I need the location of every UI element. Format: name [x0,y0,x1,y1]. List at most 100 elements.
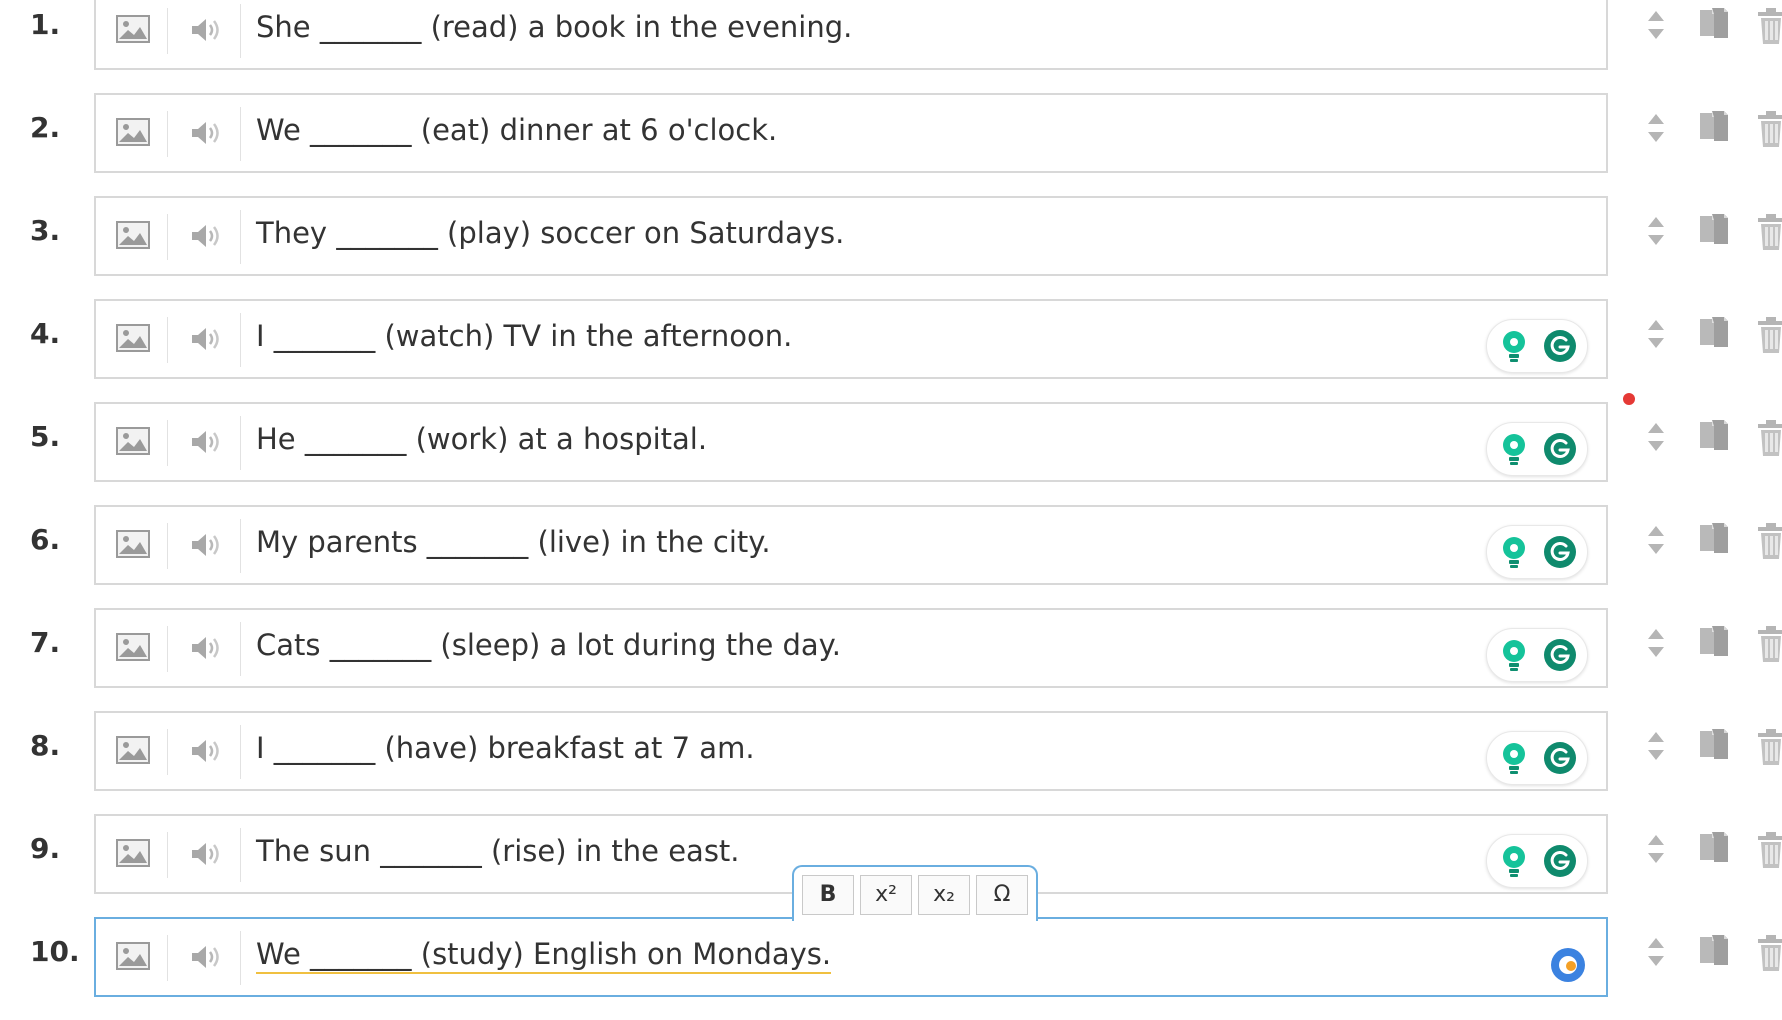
sort-arrows-icon[interactable] [1646,523,1666,557]
question-text[interactable]: Cats _______ (sleep) a lot during the da… [256,628,841,662]
speaker-icon[interactable] [190,633,224,663]
question-text[interactable]: She _______ (read) a book in the evening… [256,10,852,44]
speaker-icon[interactable] [190,530,224,560]
copy-icon[interactable] [1698,727,1730,763]
copy-icon[interactable] [1698,315,1730,351]
image-icon[interactable] [116,15,150,43]
sort-arrows-icon[interactable] [1646,626,1666,660]
question-text[interactable]: We _______ (study) English on Mondays. [256,937,832,974]
copy-icon[interactable] [1698,521,1730,557]
image-icon[interactable] [116,427,150,455]
subscript-button[interactable]: x₂ [918,875,970,915]
image-icon[interactable] [116,633,150,661]
speaker-icon[interactable] [190,839,224,869]
format-toolbar: B x² x₂ Ω [792,865,1038,921]
lightbulb-icon[interactable] [1499,432,1529,466]
question-input[interactable]: He _______ (work) at a hospital. [94,402,1608,482]
lightbulb-icon[interactable] [1499,844,1529,878]
image-icon[interactable] [116,530,150,558]
sort-arrows-icon[interactable] [1646,8,1666,42]
question-input[interactable]: Cats _______ (sleep) a lot during the da… [94,608,1608,688]
copy-icon[interactable] [1698,6,1730,42]
lightbulb-icon[interactable] [1499,535,1529,569]
question-input[interactable]: I _______ (have) breakfast at 7 am. [94,711,1608,791]
extension-badge[interactable] [1486,628,1588,682]
speaker-icon[interactable] [190,324,224,354]
question-text[interactable]: They _______ (play) soccer on Saturdays. [256,216,844,250]
image-icon[interactable] [116,221,150,249]
trash-icon[interactable] [1756,315,1782,355]
bold-button[interactable]: B [802,875,854,915]
extension-badge[interactable] [1486,834,1588,888]
copy-icon[interactable] [1698,624,1730,660]
lightbulb-icon[interactable] [1499,329,1529,363]
question-number: 1. [30,8,61,41]
grammar-status-icon[interactable] [1550,947,1586,983]
extension-badge[interactable] [1486,731,1588,785]
extension-badge[interactable] [1486,319,1588,373]
speaker-icon[interactable] [190,942,224,972]
grammarly-icon[interactable] [1543,329,1577,363]
question-input[interactable]: My parents _______ (live) in the city. [94,505,1608,585]
image-icon[interactable] [116,736,150,764]
superscript-button[interactable]: x² [860,875,912,915]
sort-arrows-icon[interactable] [1646,317,1666,351]
speaker-icon[interactable] [190,427,224,457]
lightbulb-icon[interactable] [1499,741,1529,775]
row-actions [1638,107,1782,157]
sort-arrows-icon[interactable] [1646,935,1666,969]
image-icon[interactable] [116,839,150,867]
trash-icon[interactable] [1756,624,1782,664]
speaker-icon[interactable] [190,736,224,766]
trash-icon[interactable] [1756,830,1782,870]
question-row: 4. I _______ (watch) TV in the afternoon. [0,299,1782,402]
copy-icon[interactable] [1698,109,1730,145]
row-actions [1638,4,1782,54]
question-text[interactable]: I _______ (have) breakfast at 7 am. [256,731,755,765]
question-text[interactable]: He _______ (work) at a hospital. [256,422,707,456]
trash-icon[interactable] [1756,933,1782,973]
sort-arrows-icon[interactable] [1646,214,1666,248]
trash-icon[interactable] [1756,727,1782,767]
special-character-button[interactable]: Ω [976,875,1028,915]
copy-icon[interactable] [1698,418,1730,454]
image-icon[interactable] [116,324,150,352]
extension-badge[interactable] [1486,422,1588,476]
trash-icon[interactable] [1756,418,1782,458]
question-input[interactable]: We _______ (eat) dinner at 6 o'clock. [94,93,1608,173]
grammarly-icon[interactable] [1543,844,1577,878]
sort-arrows-icon[interactable] [1646,111,1666,145]
speaker-icon[interactable] [190,221,224,251]
question-row: 3. They _______ (play) soccer on Saturday… [0,196,1782,299]
grammarly-icon[interactable] [1543,432,1577,466]
copy-icon[interactable] [1698,212,1730,248]
lightbulb-icon[interactable] [1499,638,1529,672]
question-text[interactable]: The sun _______ (rise) in the east. [256,834,740,868]
grammarly-icon[interactable] [1543,535,1577,569]
extension-badge[interactable] [1486,525,1588,579]
image-icon[interactable] [116,118,150,146]
sort-arrows-icon[interactable] [1646,729,1666,763]
grammarly-icon[interactable] [1543,741,1577,775]
question-input[interactable]: She _______ (read) a book in the evening… [94,0,1608,70]
question-input[interactable]: We _______ (study) English on Mondays. [94,917,1608,997]
trash-icon[interactable] [1756,109,1782,149]
question-text[interactable]: We _______ (eat) dinner at 6 o'clock. [256,113,777,147]
divider [240,622,241,676]
sort-arrows-icon[interactable] [1646,832,1666,866]
question-input[interactable]: They _______ (play) soccer on Saturdays. [94,196,1608,276]
copy-icon[interactable] [1698,830,1730,866]
grammarly-icon[interactable] [1543,638,1577,672]
speaker-icon[interactable] [190,15,224,45]
image-icon[interactable] [116,942,150,970]
speaker-icon[interactable] [190,118,224,148]
trash-icon[interactable] [1756,212,1782,252]
trash-icon[interactable] [1756,521,1782,561]
sort-arrows-icon[interactable] [1646,420,1666,454]
question-text[interactable]: My parents _______ (live) in the city. [256,525,771,559]
copy-icon[interactable] [1698,933,1730,969]
question-row: 6. My parents _______ (live) in the city. [0,505,1782,608]
question-text[interactable]: I _______ (watch) TV in the afternoon. [256,319,792,353]
question-input[interactable]: I _______ (watch) TV in the afternoon. [94,299,1608,379]
trash-icon[interactable] [1756,6,1782,46]
